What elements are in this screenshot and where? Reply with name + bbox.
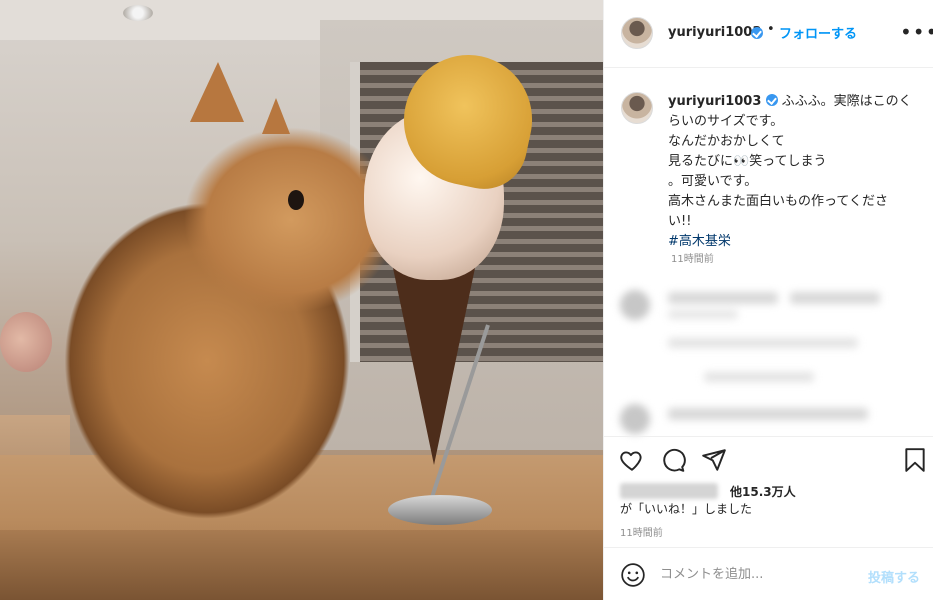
comment-box: 投稿する [604, 547, 933, 600]
caption-line: ふふふ。実際はこのく [781, 94, 912, 109]
likes-suffix: が「いいね！」しました [620, 502, 753, 516]
desk-edge [0, 530, 603, 600]
post-image[interactable] [0, 0, 603, 600]
follow-button[interactable]: フォローする [779, 23, 857, 42]
verified-badge-icon [765, 94, 778, 106]
username-link[interactable]: yuriyuri1003 [668, 25, 761, 40]
caption: yuriyuri1003 ふふふ。実際はこのく らいのサイズです。 なんだかおか… [604, 68, 933, 278]
comment-avatar [620, 290, 650, 320]
share-icon[interactable] [701, 447, 727, 477]
more-options-icon[interactable]: ••• [900, 20, 933, 44]
caption-line: い!! [668, 214, 692, 229]
ceiling-light [123, 5, 153, 21]
wall-clock [0, 312, 52, 372]
caption-username[interactable]: yuriyuri1003 [668, 94, 761, 109]
caption-line: 。可愛いです。 [668, 174, 758, 189]
comment-input[interactable] [660, 562, 860, 586]
comment-meta [668, 310, 738, 319]
comment-avatar [620, 404, 650, 434]
likes-summary: 他15.3万人 [620, 482, 920, 502]
hashtag-link[interactable]: #高木基栄 [668, 232, 920, 252]
caption-line: らいのサイズです。 [668, 114, 784, 129]
liker-name-blurred [620, 483, 718, 499]
comment-text [790, 292, 880, 304]
avatar[interactable] [621, 17, 653, 49]
ice-cream-sculpture [364, 43, 545, 465]
avatar[interactable] [621, 92, 653, 124]
caption-line: なんだかおかしくて [668, 134, 785, 149]
post-side-panel: yuriyuri1003 • フォローする ••• yuriyuri1003 ふ… [603, 0, 933, 600]
caption-time: 11時間前 [671, 254, 714, 265]
comment-text [704, 372, 814, 382]
comment-text [668, 408, 868, 420]
cat-eye [288, 190, 304, 210]
verified-badge-icon [751, 27, 763, 39]
caption-text: yuriyuri1003 ふふふ。実際はこのく らいのサイズです。 なんだかおか… [668, 92, 920, 252]
cat-ear [262, 98, 290, 134]
bookmark-icon[interactable] [902, 447, 928, 477]
post-comment-button[interactable]: 投稿する [868, 567, 920, 586]
likes-count[interactable]: 他15.3万人 [730, 483, 796, 500]
separator-dot: • [767, 22, 775, 37]
heart-icon[interactable] [619, 447, 645, 477]
action-bar [604, 436, 933, 486]
cat-ear [190, 62, 244, 122]
comment-text [668, 338, 858, 348]
caption-line: 見るたびに👀笑ってしまう [668, 154, 827, 169]
post-time[interactable]: 11時間前 [620, 524, 663, 539]
emoji-icon[interactable] [620, 562, 646, 592]
stand-base [388, 495, 492, 525]
post-header: yuriyuri1003 • フォローする ••• [604, 0, 933, 68]
comment-text [668, 292, 778, 304]
blurred-comments [604, 278, 933, 436]
caption-line: 高木さんまた面白いもの作ってくださ [668, 194, 888, 209]
comment-icon[interactable] [660, 447, 686, 477]
